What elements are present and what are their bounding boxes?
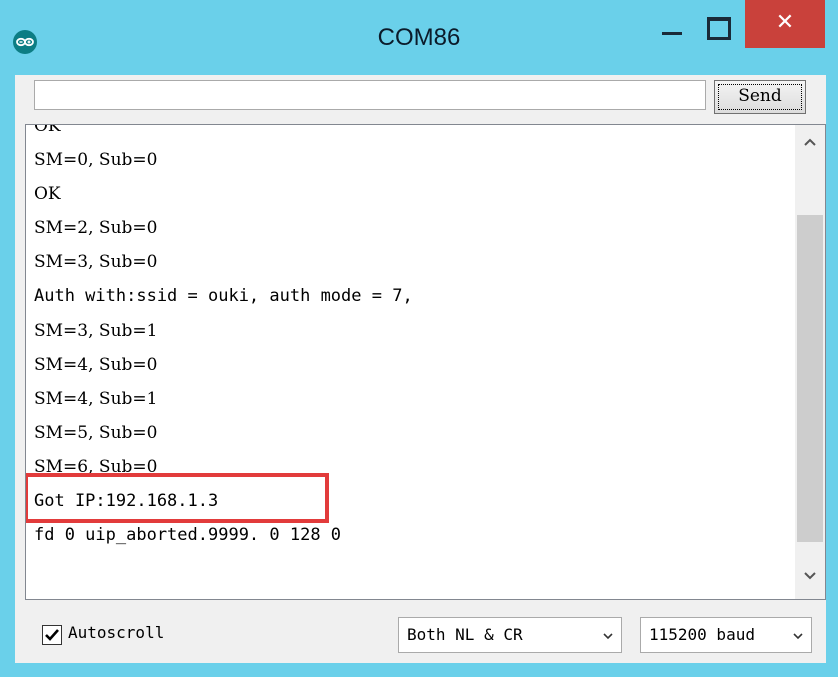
send-button[interactable]: Send bbox=[714, 80, 806, 114]
title-bar[interactable]: COM86 ✕ bbox=[0, 0, 838, 80]
output-line: SM=3, Sub=0 bbox=[34, 252, 158, 273]
checkmark-icon bbox=[45, 629, 59, 641]
output-line: Auth with:ssid = ouki, auth mode = 7, bbox=[34, 286, 413, 307]
autoscroll-label[interactable]: Autoscroll bbox=[68, 623, 164, 642]
baud-rate-value: 115200 baud bbox=[649, 625, 755, 644]
output-line: fd 0 uip_aborted.9999. 0 128 0 bbox=[34, 525, 342, 546]
output-line: OK bbox=[34, 124, 61, 136]
output-line: SM=0, Sub=0 bbox=[34, 150, 158, 171]
line-ending-value: Both NL & CR bbox=[407, 625, 523, 644]
line-ending-select[interactable]: Both NL & CR bbox=[398, 617, 622, 653]
baud-rate-select[interactable]: 115200 baud bbox=[640, 617, 812, 653]
output-line: SM=2, Sub=0 bbox=[34, 218, 158, 239]
send-input[interactable] bbox=[34, 80, 706, 110]
scroll-down-icon[interactable] bbox=[803, 569, 817, 583]
maximize-button[interactable] bbox=[704, 15, 734, 43]
chevron-down-icon bbox=[603, 633, 613, 640]
chevron-down-icon bbox=[793, 633, 803, 640]
scroll-up-icon[interactable] bbox=[803, 135, 817, 149]
output-line: SM=4, Sub=0 bbox=[34, 354, 158, 375]
close-button[interactable]: ✕ bbox=[745, 0, 825, 48]
serial-monitor-window: COM86 ✕ Send OK SM=0, Sub=0 OK SM=2, Sub=0 S… bbox=[0, 0, 838, 677]
footer-bar: Autoscroll Both NL & CR 115200 baud bbox=[15, 605, 826, 663]
output-line: SM=3, Sub=1 bbox=[34, 320, 158, 341]
output-line: SM=5, Sub=0 bbox=[34, 422, 158, 443]
scrollbar-thumb[interactable] bbox=[797, 215, 823, 542]
output-line: OK bbox=[34, 184, 61, 205]
ip-highlight-box bbox=[26, 473, 329, 523]
maximize-icon bbox=[707, 17, 731, 40]
vertical-scrollbar[interactable] bbox=[795, 125, 825, 599]
autoscroll-checkbox[interactable] bbox=[42, 625, 62, 645]
minimize-button[interactable] bbox=[662, 32, 682, 35]
focus-rectangle bbox=[718, 84, 802, 110]
close-icon: ✕ bbox=[775, 10, 795, 35]
serial-output[interactable]: OK SM=0, Sub=0 OK SM=2, Sub=0 SM=3, Sub=0 Aut… bbox=[25, 124, 826, 600]
client-area: Send OK SM=0, Sub=0 OK SM=2, Sub=0 SM=3, Sub… bbox=[15, 75, 826, 663]
output-line: SM=4, Sub=1 bbox=[34, 388, 158, 409]
